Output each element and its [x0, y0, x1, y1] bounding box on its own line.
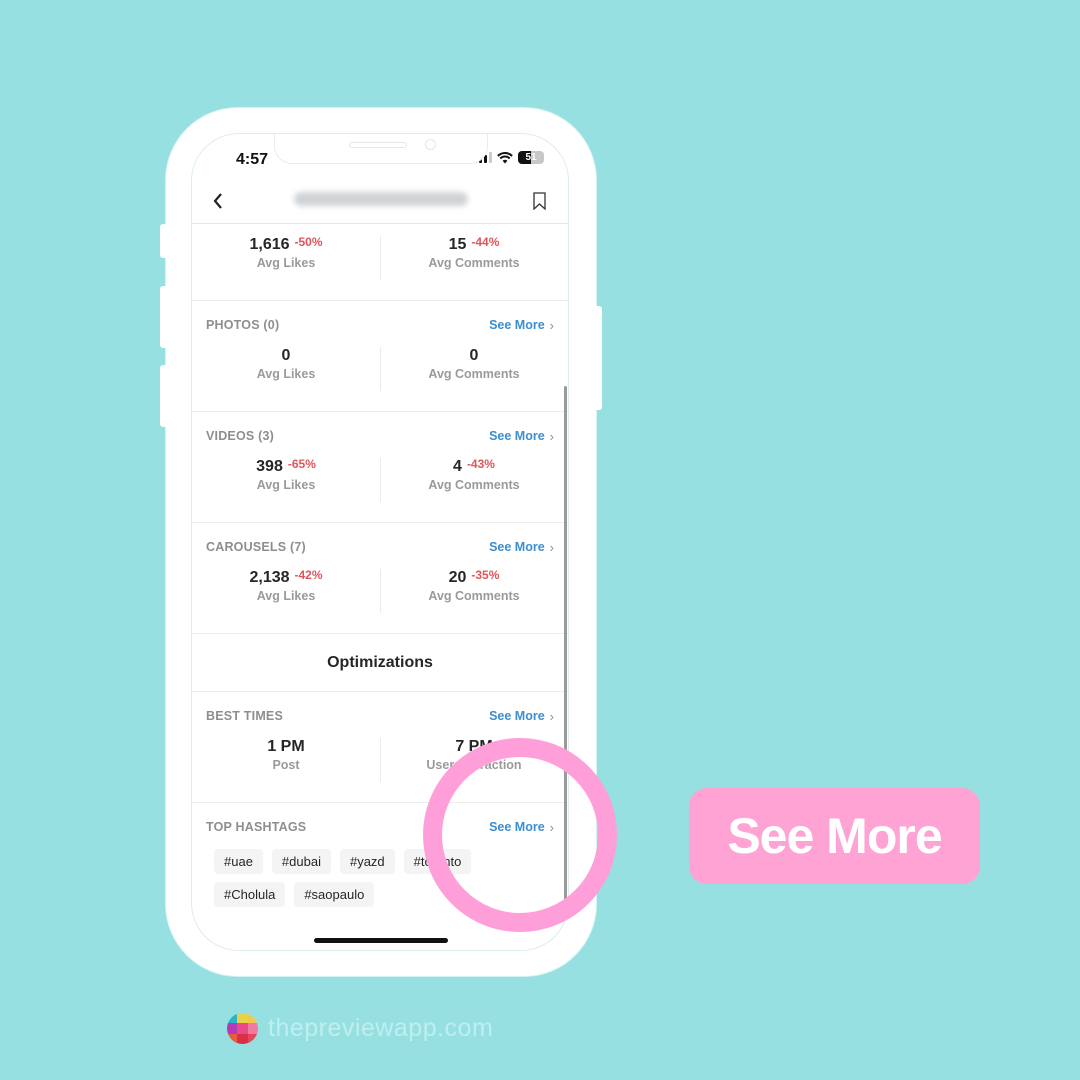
photos-section: PHOTOS (0) See More › 0 Avg Likes 0 Avg C… [192, 315, 568, 412]
chevron-right-icon: › [549, 539, 554, 555]
highlight-circle [423, 738, 617, 932]
hashtag-chip[interactable]: #saopaulo [294, 882, 375, 907]
chevron-right-icon: › [549, 708, 554, 724]
notch [274, 134, 488, 164]
section-title: BEST TIMES [206, 709, 284, 723]
divider [380, 236, 381, 280]
hashtag-chip[interactable]: #Cholula [214, 882, 286, 907]
see-more-videos-link[interactable]: See More › [489, 429, 554, 444]
delta-badge: -65% [287, 457, 316, 471]
brand-footer: thepreviewapp.com [227, 1013, 493, 1044]
see-more-callout: See More [689, 788, 980, 884]
section-title: VIDEOS (3) [206, 429, 274, 443]
summary-section: 1,616 -50% Avg Likes 15 -44% Avg Comments [192, 224, 568, 301]
stat-avg-comments: 15 -44% Avg Comments [428, 235, 520, 270]
chevron-right-icon: › [549, 428, 554, 444]
status-time: 4:57 [236, 151, 269, 168]
logo-tile [227, 1023, 238, 1034]
logo-tile [227, 1033, 238, 1044]
section-title: TOP HASHTAGS [206, 820, 307, 834]
best-time-post: 1 PM Post [267, 738, 305, 772]
logo-tile [237, 1033, 248, 1044]
summary-stats: 1,616 -50% Avg Likes 15 -44% Avg Comments [192, 224, 568, 300]
carousels-section: CAROUSELS (7) See More › 2,138 -42% Avg Li… [192, 537, 568, 634]
delta-badge: -42% [294, 568, 323, 582]
hashtag-chip[interactable]: #uae [214, 849, 263, 874]
logo-tile [247, 1033, 258, 1044]
see-more-best-times-link[interactable]: See More › [489, 709, 554, 724]
stat-avg-likes: 398 -65% Avg Likes [256, 457, 316, 492]
divider [380, 347, 381, 391]
brand-url: thepreviewapp.com [268, 1014, 494, 1042]
see-more-photos-link[interactable]: See More › [489, 318, 554, 333]
logo-tile [227, 1013, 238, 1024]
optimizations-header: Optimizations [192, 634, 568, 692]
delta-badge: -44% [471, 235, 500, 249]
nav-bar [192, 178, 568, 224]
hashtag-chip[interactable]: #yazd [339, 849, 395, 874]
stat-avg-comments: 20 -35% Avg Comments [428, 568, 520, 603]
optimizations-title: Optimizations [327, 653, 433, 671]
back-button[interactable] [212, 190, 224, 216]
preview-app-logo-icon [227, 1013, 258, 1044]
logo-tile [237, 1023, 248, 1034]
wifi-icon [497, 151, 513, 163]
speaker [349, 142, 407, 148]
delta-badge: -43% [466, 457, 495, 471]
delta-badge: -50% [294, 235, 323, 249]
divider [380, 738, 381, 782]
videos-section: VIDEOS (3) See More › 398 -65% Avg Likes 4… [192, 426, 568, 523]
logo-tile [247, 1023, 258, 1034]
home-indicator[interactable] [314, 938, 448, 943]
hashtag-chip[interactable]: #dubai [271, 849, 331, 874]
bookmark-button[interactable] [533, 192, 546, 211]
delta-badge: -35% [471, 568, 500, 582]
divider [380, 569, 381, 613]
logo-tile [237, 1013, 248, 1024]
stat-avg-likes: 1,616 -50% Avg Likes [249, 235, 323, 270]
chevron-right-icon: › [549, 317, 554, 333]
divider [380, 458, 381, 502]
see-more-carousels-link[interactable]: See More › [489, 540, 554, 555]
stat-avg-comments: 4 -43% Avg Comments [428, 457, 520, 492]
section-title: PHOTOS (0) [206, 318, 280, 332]
stat-avg-likes: 2,138 -42% Avg Likes [249, 568, 323, 603]
stat-avg-comments: 0 Avg Comments [428, 347, 520, 381]
account-name-blurred [294, 192, 468, 206]
chevron-left-icon [213, 193, 222, 209]
battery-icon: 51 [518, 151, 544, 164]
logo-tile [247, 1013, 258, 1024]
bookmark-icon [533, 192, 546, 211]
section-title: CAROUSELS (7) [206, 540, 306, 554]
stat-avg-likes: 0 Avg Likes [256, 347, 316, 381]
front-camera [425, 139, 436, 150]
callout-label: See More [727, 808, 942, 864]
